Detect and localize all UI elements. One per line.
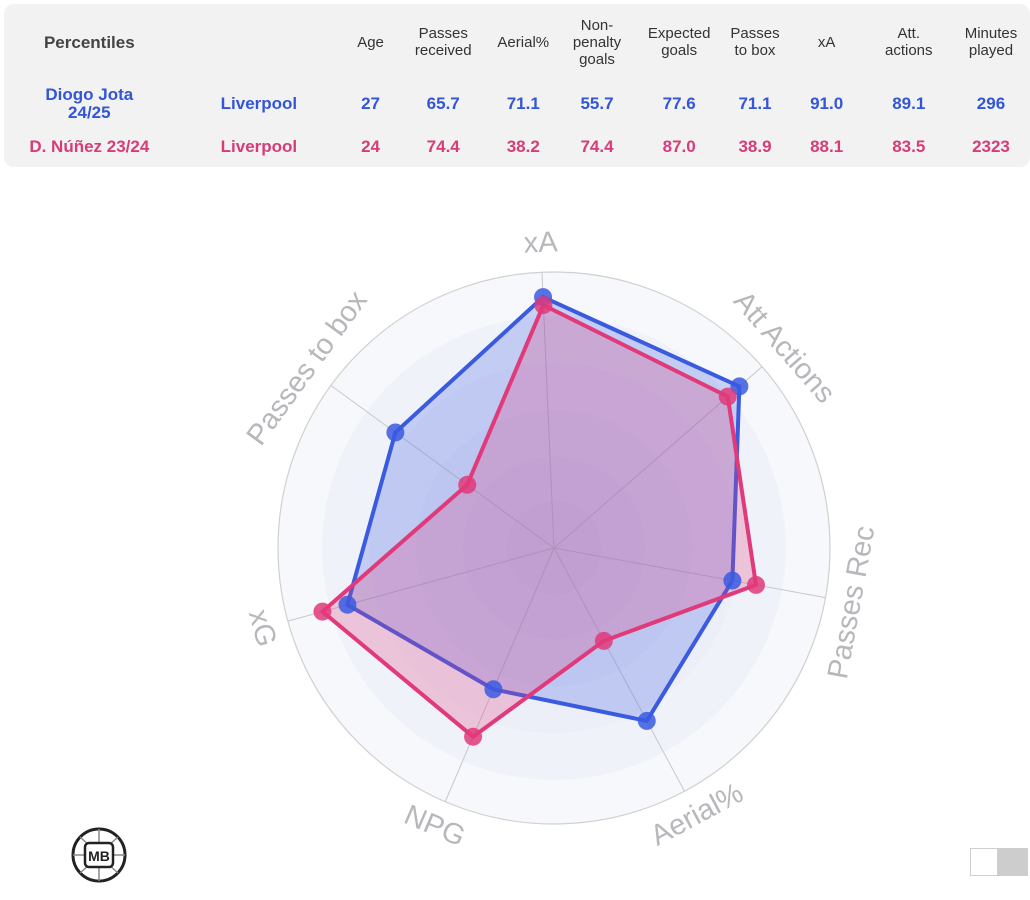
data-point xyxy=(718,387,737,406)
column-header: Aerial% xyxy=(497,33,550,51)
percentiles-table: Percentiles Age Passes received Aerial% Non-p… xyxy=(4,4,1030,166)
player-name: D. Núñez 23/24 xyxy=(29,137,150,156)
stat-value: 77.6 xyxy=(662,94,696,113)
stat-value: 27 xyxy=(361,94,381,113)
stat-value: 24 xyxy=(361,137,381,156)
column-header: Minutes played xyxy=(964,25,1018,59)
data-point xyxy=(484,680,503,699)
stat-value: 65.7 xyxy=(426,94,460,113)
data-point xyxy=(464,727,483,746)
column-header: Passes received xyxy=(414,25,472,59)
stat-value: 38.9 xyxy=(738,137,772,156)
data-point xyxy=(338,595,357,614)
stat-value: 89.1 xyxy=(892,94,926,113)
data-point xyxy=(313,602,332,621)
table-row: Diogo Jota 24/25 Liverpool 27 65.7 71.1 55.7 77… xyxy=(4,80,1030,128)
data-point xyxy=(594,631,613,650)
stat-value: 83.5 xyxy=(892,137,926,156)
stat-value: 71.1 xyxy=(506,94,540,113)
table-header-row: Percentiles Age Passes received Aerial% Non-p… xyxy=(4,4,1030,80)
table-row: D. Núñez 23/24 Liverpool 24 74.4 38.2 74.4 87.… xyxy=(4,128,1030,166)
axis-label: Passes Rec xyxy=(822,523,881,681)
data-point xyxy=(746,575,765,594)
radar-chart: xAAtt ActionsPasses RecAerial%NPGxGPasse… xyxy=(241,226,882,853)
team-name: Liverpool xyxy=(220,137,298,156)
column-header: Non-penalty goals xyxy=(572,16,622,68)
column-header: Att. actions xyxy=(885,25,933,59)
column-header: Expected goals xyxy=(647,25,711,59)
column-header: Percentiles xyxy=(43,32,135,52)
column-header: xA xyxy=(817,33,836,51)
toggle-off-segment[interactable] xyxy=(998,848,1028,876)
stat-value: 88.1 xyxy=(810,137,844,156)
data-point xyxy=(637,711,656,730)
stat-value: 38.2 xyxy=(506,137,540,156)
mb-logo-icon: MB xyxy=(70,826,128,884)
stat-value: 2323 xyxy=(972,137,1010,156)
toggle-on-segment[interactable] xyxy=(970,848,998,876)
data-point xyxy=(386,423,405,442)
stat-value: 55.7 xyxy=(580,94,614,113)
logo-text: MB xyxy=(88,848,110,864)
stat-value: 87.0 xyxy=(662,137,696,156)
stat-value: 71.1 xyxy=(738,94,772,113)
player-name: Diogo Jota 24/25 xyxy=(45,85,134,122)
axis-label: xG xyxy=(242,606,283,650)
percentiles-table-panel: Percentiles Age Passes received Aerial% Non-p… xyxy=(4,4,1030,167)
data-point xyxy=(534,296,553,315)
stat-value: 296 xyxy=(976,94,1006,113)
column-header: Age xyxy=(357,33,384,51)
data-point xyxy=(723,571,742,590)
stat-value: 91.0 xyxy=(810,94,844,113)
stat-value: 74.4 xyxy=(580,137,614,156)
team-name: Liverpool xyxy=(220,94,298,113)
axis-label: xA xyxy=(523,226,559,259)
stat-value: 74.4 xyxy=(426,137,460,156)
column-header xyxy=(175,4,344,80)
toggle-switch[interactable] xyxy=(970,848,1028,876)
column-header: Passes to box xyxy=(730,25,780,59)
data-point xyxy=(458,475,477,494)
